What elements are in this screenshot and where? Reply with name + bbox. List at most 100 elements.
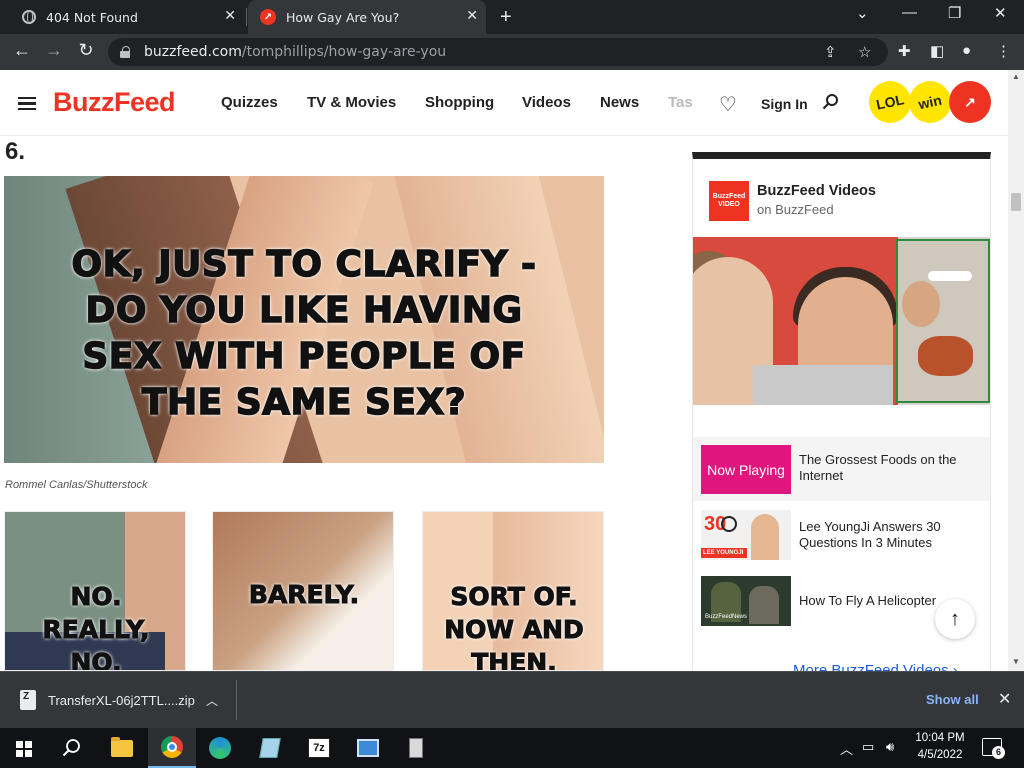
buzzfeed-trending-icon: ↗ xyxy=(260,9,276,25)
edge-app[interactable] xyxy=(196,728,244,768)
question-image: OK, JUST TO CLARIFY - DO YOU LIKE HAVING… xyxy=(4,176,604,463)
tab-title: 404 Not Found xyxy=(46,9,138,25)
clock-time[interactable]: 10:04 PM xyxy=(913,732,967,744)
download-filename[interactable]: TransferXL-06j2TTL....zip xyxy=(48,693,195,708)
tab-separator xyxy=(246,8,247,26)
tab-search-chevron-icon[interactable]: ⌄ xyxy=(856,4,869,22)
answer-line: BARELY. xyxy=(248,580,360,610)
nav-news[interactable]: News xyxy=(600,94,639,111)
taskbar-search-icon[interactable] xyxy=(62,738,82,758)
video-thumbnail: BuzzFeedNews xyxy=(701,576,791,626)
chevron-up-icon[interactable]: ︿ xyxy=(206,692,218,709)
chrome-app[interactable] xyxy=(148,728,196,768)
restore-icon[interactable]: ❐ xyxy=(948,4,961,22)
answer-option-barely[interactable]: BARELY. xyxy=(212,511,394,671)
answer-option-sort-of[interactable]: SORT OF. NOW AND THEN. xyxy=(422,511,604,671)
buzzfeed-logo[interactable]: BuzzFeed xyxy=(53,87,176,118)
address-bar[interactable]: buzzfeed.com/tomphillips/how-gay-are-you… xyxy=(108,38,888,66)
forward-arrow-icon[interactable]: → xyxy=(42,40,66,61)
profile-avatar-icon[interactable]: ● xyxy=(962,42,971,59)
volume-icon[interactable]: 🔊︎ xyxy=(886,739,894,755)
hamburger-menu-icon[interactable] xyxy=(18,97,36,110)
start-tile xyxy=(25,741,32,748)
menu-kebab-icon[interactable]: ⋮ xyxy=(996,42,1011,60)
new-tab-button[interactable]: + xyxy=(500,6,512,29)
win-badge[interactable]: win xyxy=(905,77,955,127)
buzzfeed-video-logo[interactable]: BuzzFeed VIDEO xyxy=(709,181,749,221)
video-player[interactable] xyxy=(693,237,990,405)
video-inset-clip xyxy=(896,239,990,403)
sign-in-link[interactable]: Sign In xyxy=(761,96,808,112)
windows-taskbar: 7z ︿ ▭ 🔊︎ 10:04 PM 4/5/2022 6 xyxy=(0,728,1024,768)
question-line: SEX WITH PEOPLE OF xyxy=(82,335,526,378)
close-download-bar-icon[interactable]: ✕ xyxy=(998,689,1011,709)
answer-text: SORT OF. NOW AND THEN. xyxy=(423,580,603,671)
page-scrollbar[interactable]: ▲ ▼ xyxy=(1008,70,1024,671)
tab-how-gay-are-you[interactable]: ↗ How Gay Are You? ✕ xyxy=(248,0,486,34)
playlist-item-now-playing[interactable]: Now Playing The Grossest Foods on the In… xyxy=(693,437,990,501)
7zip-icon: 7z xyxy=(308,738,330,758)
search-icon[interactable] xyxy=(822,93,839,110)
chevron-up-icon[interactable]: ︿ xyxy=(840,739,853,758)
notes-icon xyxy=(259,738,281,758)
notification-count: 6 xyxy=(992,746,1005,759)
reload-icon[interactable]: ↻ xyxy=(74,40,98,61)
question-line: OK, JUST TO CLARIFY - xyxy=(71,243,537,286)
network-icon[interactable]: ▭ xyxy=(862,739,874,755)
laptop-shape xyxy=(753,365,893,405)
side-panel-icon[interactable]: ◧ xyxy=(930,42,944,60)
clock-date[interactable]: 4/5/2022 xyxy=(913,749,967,761)
answer-text: NO. REALLY, NO. xyxy=(5,580,185,671)
channel-name[interactable]: BuzzFeed Videos xyxy=(757,183,876,199)
person-shape xyxy=(749,586,779,624)
minimize-icon[interactable]: — xyxy=(902,4,917,21)
question-text: OK, JUST TO CLARIFY - DO YOU LIKE HAVING… xyxy=(4,242,604,426)
scroll-up-arrow-icon[interactable]: ▲ xyxy=(1012,72,1020,81)
lol-badge[interactable]: LOL xyxy=(865,77,915,127)
trending-badge[interactable]: ↗ xyxy=(949,81,991,123)
folder-icon xyxy=(111,736,133,757)
answer-line: THEN. xyxy=(471,648,557,671)
nav-videos[interactable]: Videos xyxy=(522,94,571,111)
7zip-app[interactable]: 7z xyxy=(295,728,343,768)
start-tile xyxy=(25,750,32,757)
caption-chip xyxy=(928,271,972,281)
file-explorer-app[interactable] xyxy=(98,728,146,768)
question-line: DO YOU LIKE HAVING xyxy=(85,289,523,332)
edge-icon xyxy=(209,737,231,759)
clipboard-icon xyxy=(409,738,423,758)
image-credit: Rommel Canlas/Shutterstock xyxy=(5,479,148,491)
answer-option-no[interactable]: NO. REALLY, NO. xyxy=(4,511,186,671)
nav-tv-movies[interactable]: TV & Movies xyxy=(307,94,396,111)
tab-404[interactable]: 404 Not Found ✕ xyxy=(8,0,244,34)
lock-icon[interactable] xyxy=(120,46,132,58)
windows-start-icon[interactable] xyxy=(16,741,32,757)
show-all-downloads-button[interactable]: Show all xyxy=(926,692,979,707)
start-tile xyxy=(16,750,23,757)
close-tab-icon[interactable]: ✕ xyxy=(466,8,478,24)
answer-text: BARELY. xyxy=(213,578,393,611)
close-tab-icon[interactable]: ✕ xyxy=(224,8,236,24)
extensions-puzzle-icon[interactable]: ✚ xyxy=(898,42,911,60)
clipboard-app[interactable] xyxy=(392,728,440,768)
scroll-down-arrow-icon[interactable]: ▼ xyxy=(1012,657,1020,666)
playlist-item[interactable]: 30 LEE YOUNGJI Lee YoungJi Answers 30 Qu… xyxy=(693,503,990,567)
video-sidebar: BuzzFeed VIDEO BuzzFeed Videos on BuzzFe… xyxy=(692,152,991,672)
notes-app[interactable] xyxy=(246,728,294,768)
close-window-icon[interactable]: ✕ xyxy=(994,4,1007,22)
scroll-to-top-button[interactable]: ↑ xyxy=(935,599,975,639)
control-panel-icon xyxy=(357,739,379,757)
playlist-item-title: The Grossest Foods on the Internet xyxy=(799,452,957,483)
back-arrow-icon[interactable]: ← xyxy=(10,40,34,61)
heart-icon[interactable]: ♡ xyxy=(719,92,737,117)
nav-quizzes[interactable]: Quizzes xyxy=(221,94,278,111)
nav-tasty[interactable]: Tas xyxy=(668,94,693,111)
scrollbar-thumb[interactable] xyxy=(1011,193,1021,211)
share-icon[interactable]: ⇪ xyxy=(824,43,837,61)
food-shape xyxy=(918,336,973,376)
site-header: BuzzFeed Quizzes TV & Movies Shopping Vi… xyxy=(0,70,1008,136)
nav-shopping[interactable]: Shopping xyxy=(425,94,494,111)
control-panel-app[interactable] xyxy=(344,728,392,768)
bookmark-star-icon[interactable]: ☆ xyxy=(858,43,871,61)
person-shape xyxy=(751,514,779,560)
